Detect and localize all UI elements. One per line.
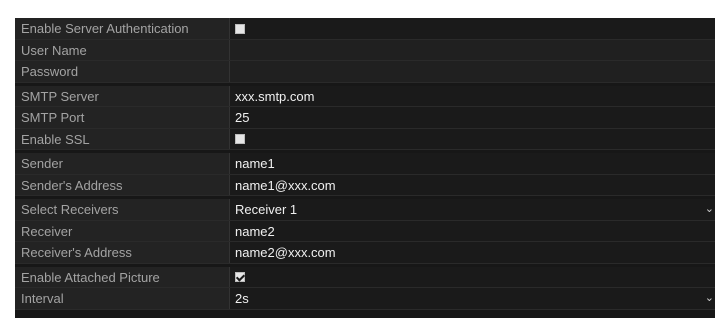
password-field[interactable]: [230, 61, 715, 82]
field-label: Password: [15, 61, 230, 82]
select-receivers-row: Select Receivers Receiver 1 ⌄: [15, 199, 715, 221]
enable-server-authentication-row: Enable Server Authentication: [15, 18, 715, 40]
field-label: Receiver's Address: [15, 242, 230, 263]
field-label: Sender: [15, 153, 230, 174]
smtp-port-row: SMTP Port 25: [15, 107, 715, 129]
attachment-group: Enable Attached Picture Interval 2s ⌄: [15, 266, 715, 310]
field-label: User Name: [15, 39, 230, 60]
field-label: SMTP Port: [15, 107, 230, 128]
chevron-down-icon[interactable]: ⌄: [705, 288, 714, 309]
field-label: Enable Server Authentication: [15, 18, 230, 39]
select-receivers-value: Receiver 1: [235, 202, 298, 217]
sender-group: Sender name1 Sender's Address name1@xxx.…: [15, 153, 715, 196]
field-label: Sender's Address: [15, 174, 230, 195]
enable-attached-picture-checkbox[interactable]: [235, 272, 245, 283]
interval-row: Interval 2s ⌄: [15, 288, 715, 310]
sender-row: Sender name1: [15, 153, 715, 175]
smtp-server-field[interactable]: xxx.smtp.com: [230, 85, 715, 106]
authentication-group: Enable Server Authentication User Name P…: [15, 18, 715, 83]
receiver-address-row: Receiver's Address name2@xxx.com: [15, 242, 715, 264]
smtp-port-field[interactable]: 25: [230, 107, 715, 128]
user-name-row: User Name: [15, 39, 715, 61]
interval-value: 2s: [235, 291, 249, 306]
receiver-row: Receiver name2: [15, 220, 715, 242]
enable-attached-picture-field[interactable]: [230, 266, 715, 287]
field-label: Enable Attached Picture: [15, 266, 230, 287]
interval-dropdown[interactable]: 2s ⌄: [230, 288, 715, 309]
smtp-group: SMTP Server xxx.smtp.com SMTP Port 25 En…: [15, 85, 715, 150]
field-label: Select Receivers: [15, 199, 230, 220]
password-row: Password: [15, 61, 715, 83]
smtp-server-row: SMTP Server xxx.smtp.com: [15, 85, 715, 107]
user-name-field[interactable]: [230, 39, 715, 60]
field-label: Enable SSL: [15, 128, 230, 149]
field-label: SMTP Server: [15, 85, 230, 106]
select-receivers-dropdown[interactable]: Receiver 1 ⌄: [230, 199, 715, 220]
enable-ssl-field[interactable]: [230, 128, 715, 149]
sender-address-row: Sender's Address name1@xxx.com: [15, 174, 715, 196]
receiver-field[interactable]: name2: [230, 220, 715, 241]
sender-address-field[interactable]: name1@xxx.com: [230, 174, 715, 195]
enable-ssl-checkbox[interactable]: [235, 134, 245, 145]
chevron-down-icon[interactable]: ⌄: [705, 199, 714, 220]
receiver-address-field[interactable]: name2@xxx.com: [230, 242, 715, 263]
enable-server-authentication-field[interactable]: [230, 18, 715, 39]
receiver-group: Select Receivers Receiver 1 ⌄ Receiver n…: [15, 199, 715, 264]
field-label: Interval: [15, 288, 230, 309]
sender-field[interactable]: name1: [230, 153, 715, 174]
email-settings-panel: Enable Server Authentication User Name P…: [15, 18, 715, 318]
enable-server-authentication-checkbox[interactable]: [235, 23, 245, 34]
enable-ssl-row: Enable SSL: [15, 128, 715, 150]
enable-attached-picture-row: Enable Attached Picture: [15, 266, 715, 288]
field-label: Receiver: [15, 220, 230, 241]
